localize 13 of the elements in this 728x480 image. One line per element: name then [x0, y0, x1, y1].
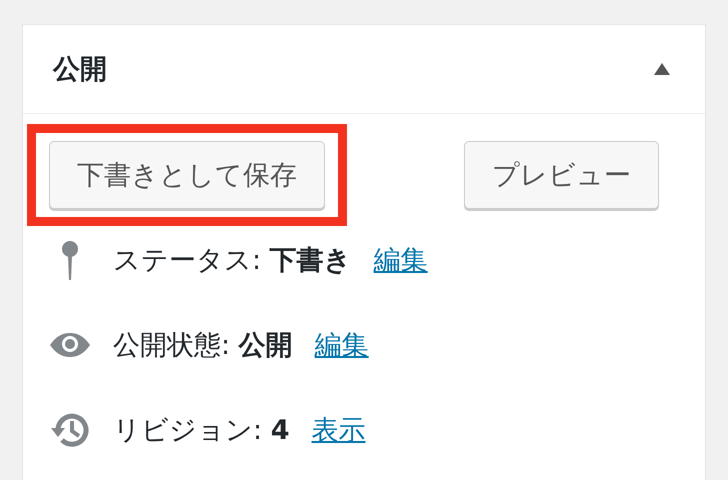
status-text: 公開状態: 公開: [113, 328, 293, 362]
edit-link[interactable]: 編集: [314, 326, 369, 362]
eye-icon: [49, 332, 91, 358]
save-draft-button[interactable]: 下書きとして保存: [49, 141, 325, 209]
status-text: リビジョン: 4: [113, 414, 290, 448]
panel-title: 公開: [53, 53, 107, 87]
edit-link[interactable]: 表示: [312, 412, 366, 448]
collapse-icon[interactable]: [653, 62, 671, 76]
edit-link[interactable]: 編集: [374, 242, 428, 278]
history-icon: [50, 410, 90, 448]
status-text: ステータス: 下書き: [113, 244, 352, 278]
pin-icon: [61, 240, 79, 280]
preview-button[interactable]: プレビュー: [464, 141, 659, 209]
